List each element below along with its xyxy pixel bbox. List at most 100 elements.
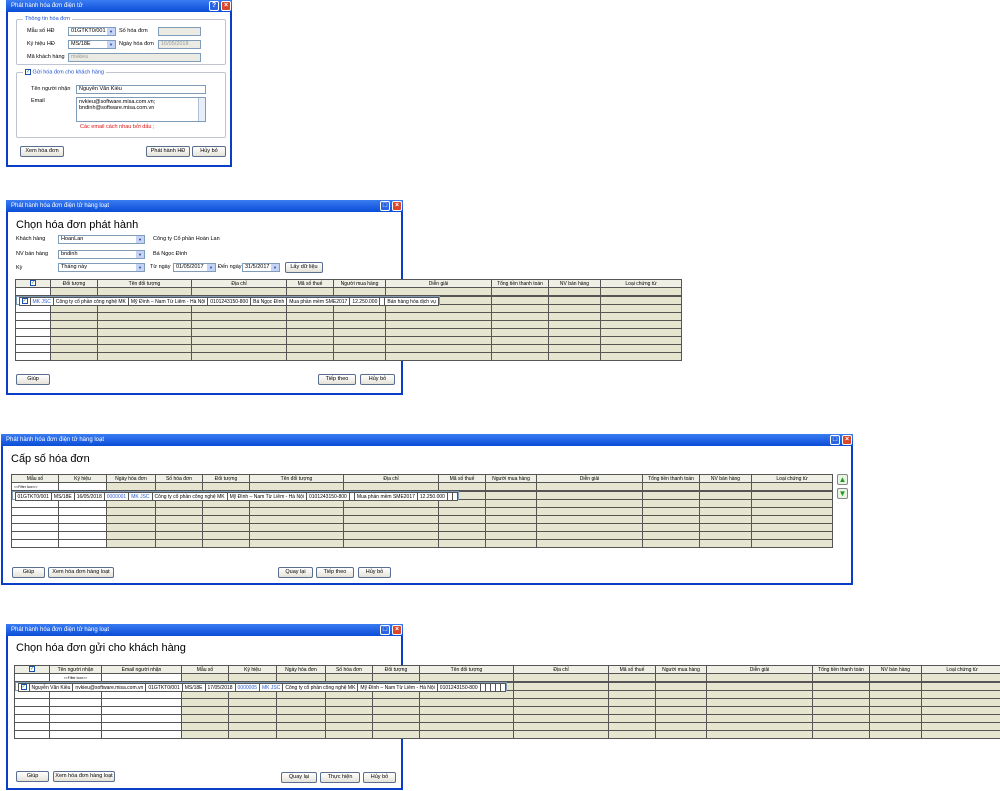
- col-header[interactable]: Diễn giải: [536, 474, 643, 483]
- back-button[interactable]: Quay lại: [281, 772, 317, 783]
- customer-select[interactable]: HoanLan ▼: [58, 235, 145, 244]
- col-header[interactable]: Địa chỉ: [343, 474, 439, 483]
- maximize-icon[interactable]: □: [380, 201, 390, 211]
- cell[interactable]: 0000001: [103, 492, 130, 501]
- customer-code-field[interactable]: mvkieu: [68, 53, 201, 62]
- cancel-button[interactable]: Hủy bỏ: [360, 374, 395, 385]
- col-header[interactable]: Tổng tiền thanh toán: [491, 279, 549, 288]
- col-header[interactable]: Tổng tiền thanh toán: [812, 665, 870, 674]
- filter-icon[interactable]: <<Filter Icon>>: [11, 482, 59, 491]
- select-all-checkbox[interactable]: ✓: [14, 665, 50, 674]
- col-header[interactable]: NV bán hàng: [548, 279, 601, 288]
- table-row[interactable]: ✓ MK JSC Công ty cổ phần công nghệ MK Mỹ Đ…: [15, 296, 440, 306]
- col-header[interactable]: Tên đối tượng: [419, 665, 514, 674]
- email-textarea[interactable]: nvkieu@software.misa.com.vn; bndinh@soft…: [76, 97, 206, 122]
- col-header[interactable]: Mẫu số: [181, 665, 229, 674]
- col-header[interactable]: Diễn giải: [385, 279, 492, 288]
- view-batch-invoice-button[interactable]: Xem hóa đơn hàng loạt: [53, 771, 115, 782]
- arrow-down-icon[interactable]: ▼: [837, 488, 848, 499]
- col-header[interactable]: Loại chứng từ: [751, 474, 833, 483]
- invoice-date-field[interactable]: 16/05/2018: [158, 40, 201, 49]
- cancel-button[interactable]: Hủy bỏ: [358, 567, 391, 578]
- arrow-up-icon[interactable]: ▲: [837, 474, 848, 485]
- cell: Bá Ngọc Đình: [250, 297, 288, 306]
- col-header[interactable]: Tên đối tượng: [249, 474, 344, 483]
- recipient-name-input[interactable]: Nguyễn Văn Kiều: [76, 85, 206, 94]
- row-checkbox[interactable]: ✓: [18, 297, 31, 306]
- col-header[interactable]: NV bán hàng: [869, 665, 922, 674]
- from-date-picker[interactable]: 01/05/2017 ▼: [173, 263, 216, 272]
- col-header[interactable]: Số hóa đơn: [325, 665, 373, 674]
- close-icon[interactable]: ×: [392, 201, 402, 211]
- col-header[interactable]: Đối tượng: [372, 665, 420, 674]
- cell[interactable]: Nguyễn Văn Kiều: [28, 683, 74, 692]
- maximize-icon[interactable]: □: [830, 435, 840, 445]
- scrollbar[interactable]: [198, 98, 205, 121]
- view-invoice-button[interactable]: Xem hóa đơn: [20, 146, 64, 157]
- col-header[interactable]: Người mua hàng: [485, 474, 537, 483]
- close-icon[interactable]: ×: [842, 435, 852, 445]
- view-batch-invoice-button[interactable]: Xem hóa đơn hàng loạt: [48, 567, 114, 578]
- help-button[interactable]: Giúp: [16, 374, 50, 385]
- col-header[interactable]: Đối tượng: [50, 279, 98, 288]
- col-header[interactable]: Email người nhận: [101, 665, 182, 674]
- close-icon[interactable]: ×: [392, 625, 402, 635]
- select-all-checkbox[interactable]: ✓: [15, 279, 51, 288]
- execute-button[interactable]: Thực hiện: [320, 772, 360, 783]
- col-header[interactable]: Người mua hàng: [655, 665, 707, 674]
- template-select[interactable]: 01GTKT0/001 ▼: [68, 27, 116, 36]
- col-header[interactable]: Loại chứng từ: [600, 279, 682, 288]
- help-button[interactable]: Giúp: [12, 567, 45, 578]
- filter-row[interactable]: [15, 287, 682, 296]
- help-button[interactable]: Giúp: [16, 771, 49, 782]
- col-header[interactable]: Tên người nhận: [49, 665, 102, 674]
- period-select[interactable]: Tháng này ▼: [58, 263, 145, 272]
- close-icon[interactable]: ×: [221, 1, 231, 11]
- col-header[interactable]: Địa chỉ: [513, 665, 609, 674]
- row-checkbox[interactable]: ✓: [17, 683, 30, 692]
- col-header[interactable]: Mẫu số: [11, 474, 59, 483]
- col-header[interactable]: NV bán hàng: [699, 474, 752, 483]
- col-header[interactable]: Tổng tiền thanh toán: [642, 474, 700, 483]
- cancel-button[interactable]: Hủy bỏ: [192, 146, 226, 157]
- filter-row[interactable]: <<Filter Icon>>: [11, 482, 833, 491]
- maximize-icon[interactable]: □: [380, 625, 390, 635]
- col-header[interactable]: Loại chứng từ: [921, 665, 1000, 674]
- col-header[interactable]: Ngày hóa đơn: [276, 665, 326, 674]
- cell[interactable]: MK JSC: [128, 492, 153, 501]
- col-header[interactable]: Mã số thuế: [438, 474, 486, 483]
- invoice-number-field[interactable]: [158, 27, 201, 36]
- col-header[interactable]: Địa chỉ: [191, 279, 287, 288]
- send-checkbox[interactable]: ✓: [25, 69, 31, 75]
- filter-icon[interactable]: <<Filter Icon>>: [49, 673, 102, 682]
- col-header[interactable]: Số hóa đơn: [155, 474, 203, 483]
- col-header[interactable]: Tên đối tượng: [97, 279, 192, 288]
- col-header[interactable]: Đối tượng: [202, 474, 250, 483]
- back-button[interactable]: Quay lại: [278, 567, 313, 578]
- symbol-select[interactable]: MS/18E ▼: [68, 40, 116, 49]
- next-button[interactable]: Tiếp theo: [316, 567, 354, 578]
- col-header[interactable]: Người mua hàng: [333, 279, 386, 288]
- group-checkbox-label[interactable]: ✓ Gửi hóa đơn cho khách hàng: [23, 69, 107, 76]
- to-date-picker[interactable]: 31/5/2017 ▼: [242, 263, 280, 272]
- issue-invoice-button[interactable]: Phát hành HĐ: [146, 146, 190, 157]
- col-header[interactable]: Mã số thuế: [286, 279, 334, 288]
- cell[interactable]: 0000005: [234, 683, 261, 692]
- table-row[interactable]: ✓ Nguyễn Văn Kiều nvkieu@software.misa.co…: [14, 682, 507, 692]
- col-header[interactable]: Ký hiệu: [228, 665, 277, 674]
- next-button[interactable]: Tiếp theo: [318, 374, 356, 385]
- load-data-button[interactable]: Lấy dữ liệu: [285, 262, 323, 273]
- cell[interactable]: nvkieu@software.misa.com.vn: [72, 683, 147, 692]
- cell[interactable]: MK JSC: [29, 297, 54, 306]
- col-header[interactable]: Mã số thuế: [608, 665, 656, 674]
- help-icon[interactable]: ?: [209, 1, 219, 11]
- cancel-button[interactable]: Hủy bỏ: [363, 772, 396, 783]
- cell[interactable]: MK JSC: [259, 683, 284, 692]
- col-header[interactable]: Diễn giải: [706, 665, 813, 674]
- filter-row[interactable]: <<Filter Icon>>: [14, 673, 1000, 682]
- table-header: Mẫu số Ký hiệu Ngày hóa đơn Số hóa đơn Đối t…: [11, 474, 833, 483]
- salesperson-select[interactable]: bndinh ▼: [58, 250, 145, 259]
- col-header[interactable]: Ký hiệu: [58, 474, 107, 483]
- col-header[interactable]: Ngày hóa đơn: [106, 474, 156, 483]
- table-row[interactable]: 01GTKT0/001 MS/18E 16/05/2018 0000001 MK JSC…: [11, 491, 459, 501]
